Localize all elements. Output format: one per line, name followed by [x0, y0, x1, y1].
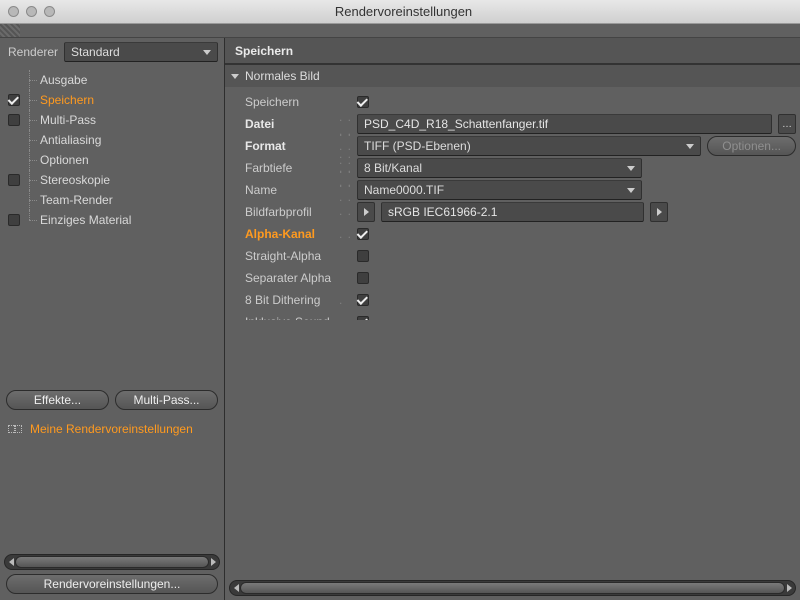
profile-label: Bildfarbprofil	[229, 205, 339, 219]
renderer-select[interactable]: Standard	[64, 42, 218, 62]
tree-connector-icon	[22, 150, 38, 170]
sidebar-item-einziges-material[interactable]: Einziges Material	[0, 210, 224, 230]
renderer-select-value: Standard	[71, 45, 120, 59]
sidebar-item-antialiasing[interactable]: Antialiasing	[0, 130, 224, 150]
sidebar-item-label: Ausgabe	[38, 73, 87, 87]
sidebar-item-ausgabe[interactable]: Ausgabe	[0, 70, 224, 90]
sep-label: Separater Alpha	[229, 271, 339, 285]
file-field[interactable]	[357, 114, 772, 134]
dither-label: 8 Bit Dithering	[229, 293, 339, 307]
save-checkbox[interactable]	[357, 96, 369, 108]
sidebar-item-label: Einziges Material	[38, 213, 131, 227]
effects-button[interactable]: Effekte...	[6, 390, 109, 410]
sidebar-button-row: Effekte... Multi-Pass...	[0, 384, 224, 416]
multipass-button[interactable]: Multi-Pass...	[115, 390, 218, 410]
sidebar-item-check[interactable]	[6, 94, 22, 106]
chevron-down-icon	[627, 188, 635, 193]
sidebar-item-optionen[interactable]: Optionen	[0, 150, 224, 170]
tree-connector-icon	[22, 110, 38, 130]
sidebar-item-check[interactable]	[6, 114, 22, 126]
sidebar-item-speichern[interactable]: Speichern	[0, 90, 224, 110]
checkbox[interactable]	[8, 174, 20, 186]
scroll-thumb[interactable]	[15, 556, 209, 568]
tree-connector-icon	[22, 170, 38, 190]
render-settings-button[interactable]: Rendervoreinstellungen...	[6, 574, 218, 594]
format-options-button[interactable]: Optionen...	[707, 136, 796, 156]
file-label: Datei	[229, 117, 339, 131]
section-normal-label: Normales Bild	[245, 69, 320, 83]
dots: . .	[339, 227, 357, 241]
name-value: Name0000.TIF	[364, 183, 444, 197]
sidebar-item-label: Team-Render	[38, 193, 113, 207]
file-input[interactable]	[364, 117, 765, 131]
sidebar-item-label: Optionen	[38, 153, 89, 167]
sidebar-item-stereoskopie[interactable]: Stereoskopie	[0, 170, 224, 190]
profile-prev-button[interactable]	[357, 202, 375, 222]
scroll-right-icon[interactable]	[784, 583, 794, 593]
sidebar-tree: Ausgabe Speichern Multi-Pass Antialiasing Op…	[0, 66, 224, 236]
preset-row[interactable]: Meine Rendervoreinstellungen	[0, 416, 224, 442]
sidebar-item-label: Antialiasing	[38, 133, 101, 147]
scroll-right-icon[interactable]	[208, 557, 218, 567]
disclosure-down-icon	[231, 74, 239, 79]
profile-field[interactable]	[381, 202, 644, 222]
window-toolbar-strip	[0, 24, 800, 38]
depth-label: Farbtiefe	[229, 161, 339, 175]
chevron-down-icon	[203, 50, 211, 55]
checkbox[interactable]	[8, 214, 20, 226]
straight-label: Straight-Alpha	[229, 249, 339, 263]
sidebar-item-check[interactable]	[6, 174, 22, 186]
dots: .	[339, 293, 357, 307]
content-panel: Speichern Normales Bild Speichern Datei …	[225, 38, 800, 600]
alpha-label: Alpha-Kanal	[229, 227, 339, 241]
section-normal-header[interactable]: Normales Bild	[225, 65, 800, 87]
scroll-thumb[interactable]	[240, 582, 785, 594]
checkbox[interactable]	[8, 94, 20, 106]
straight-checkbox[interactable]	[357, 250, 369, 262]
format-value: TIFF (PSD-Ebenen)	[364, 139, 471, 153]
sidebar: Renderer Standard Ausgabe Speichern Multi-…	[0, 38, 225, 600]
sound-checkbox[interactable]	[357, 316, 369, 320]
sidebar-item-label: Speichern	[38, 93, 94, 107]
profile-input[interactable]	[388, 205, 637, 219]
dots: . . . . . . . .	[339, 162, 357, 218]
sep-checkbox[interactable]	[357, 272, 369, 284]
depth-value: 8 Bit/Kanal	[364, 161, 422, 175]
renderer-label: Renderer	[8, 45, 58, 59]
chevron-down-icon	[627, 166, 635, 171]
section-normal-image: Normales Bild Speichern Datei . . . .	[225, 64, 800, 320]
window-title: Rendervoreinstellungen	[15, 4, 792, 19]
tree-connector-icon	[22, 210, 38, 230]
name-label: Name	[229, 183, 339, 197]
preset-icon	[8, 423, 24, 435]
content-scrollbar[interactable]	[229, 580, 796, 596]
preset-name: Meine Rendervoreinstellungen	[30, 422, 193, 436]
tree-connector-icon	[22, 190, 38, 210]
drag-handle-icon[interactable]	[0, 24, 20, 37]
sidebar-item-check[interactable]	[6, 214, 22, 226]
chevron-down-icon	[686, 144, 694, 149]
panel-title: Speichern	[225, 38, 800, 64]
sidebar-item-team-render[interactable]: Team-Render	[0, 190, 224, 210]
sidebar-item-label: Multi-Pass	[38, 113, 96, 127]
tree-connector-icon	[22, 130, 38, 150]
dither-checkbox[interactable]	[357, 294, 369, 306]
tree-connector-icon	[22, 90, 38, 110]
renderer-row: Renderer Standard	[0, 38, 224, 66]
window-titlebar: Rendervoreinstellungen	[0, 0, 800, 24]
format-label: Format	[229, 139, 339, 153]
profile-next-button[interactable]	[650, 202, 668, 222]
checkbox[interactable]	[8, 114, 20, 126]
tree-connector-icon	[22, 70, 38, 90]
format-select[interactable]: TIFF (PSD-Ebenen)	[357, 136, 701, 156]
sidebar-scrollbar[interactable]	[4, 554, 220, 570]
file-browse-button[interactable]: …	[778, 114, 796, 134]
alpha-checkbox[interactable]	[357, 228, 369, 240]
sidebar-item-label: Stereoskopie	[38, 173, 110, 187]
sidebar-item-multi-pass[interactable]: Multi-Pass	[0, 110, 224, 130]
save-label: Speichern	[229, 95, 339, 109]
depth-select[interactable]: 8 Bit/Kanal	[357, 158, 642, 178]
name-select[interactable]: Name0000.TIF	[357, 180, 642, 200]
